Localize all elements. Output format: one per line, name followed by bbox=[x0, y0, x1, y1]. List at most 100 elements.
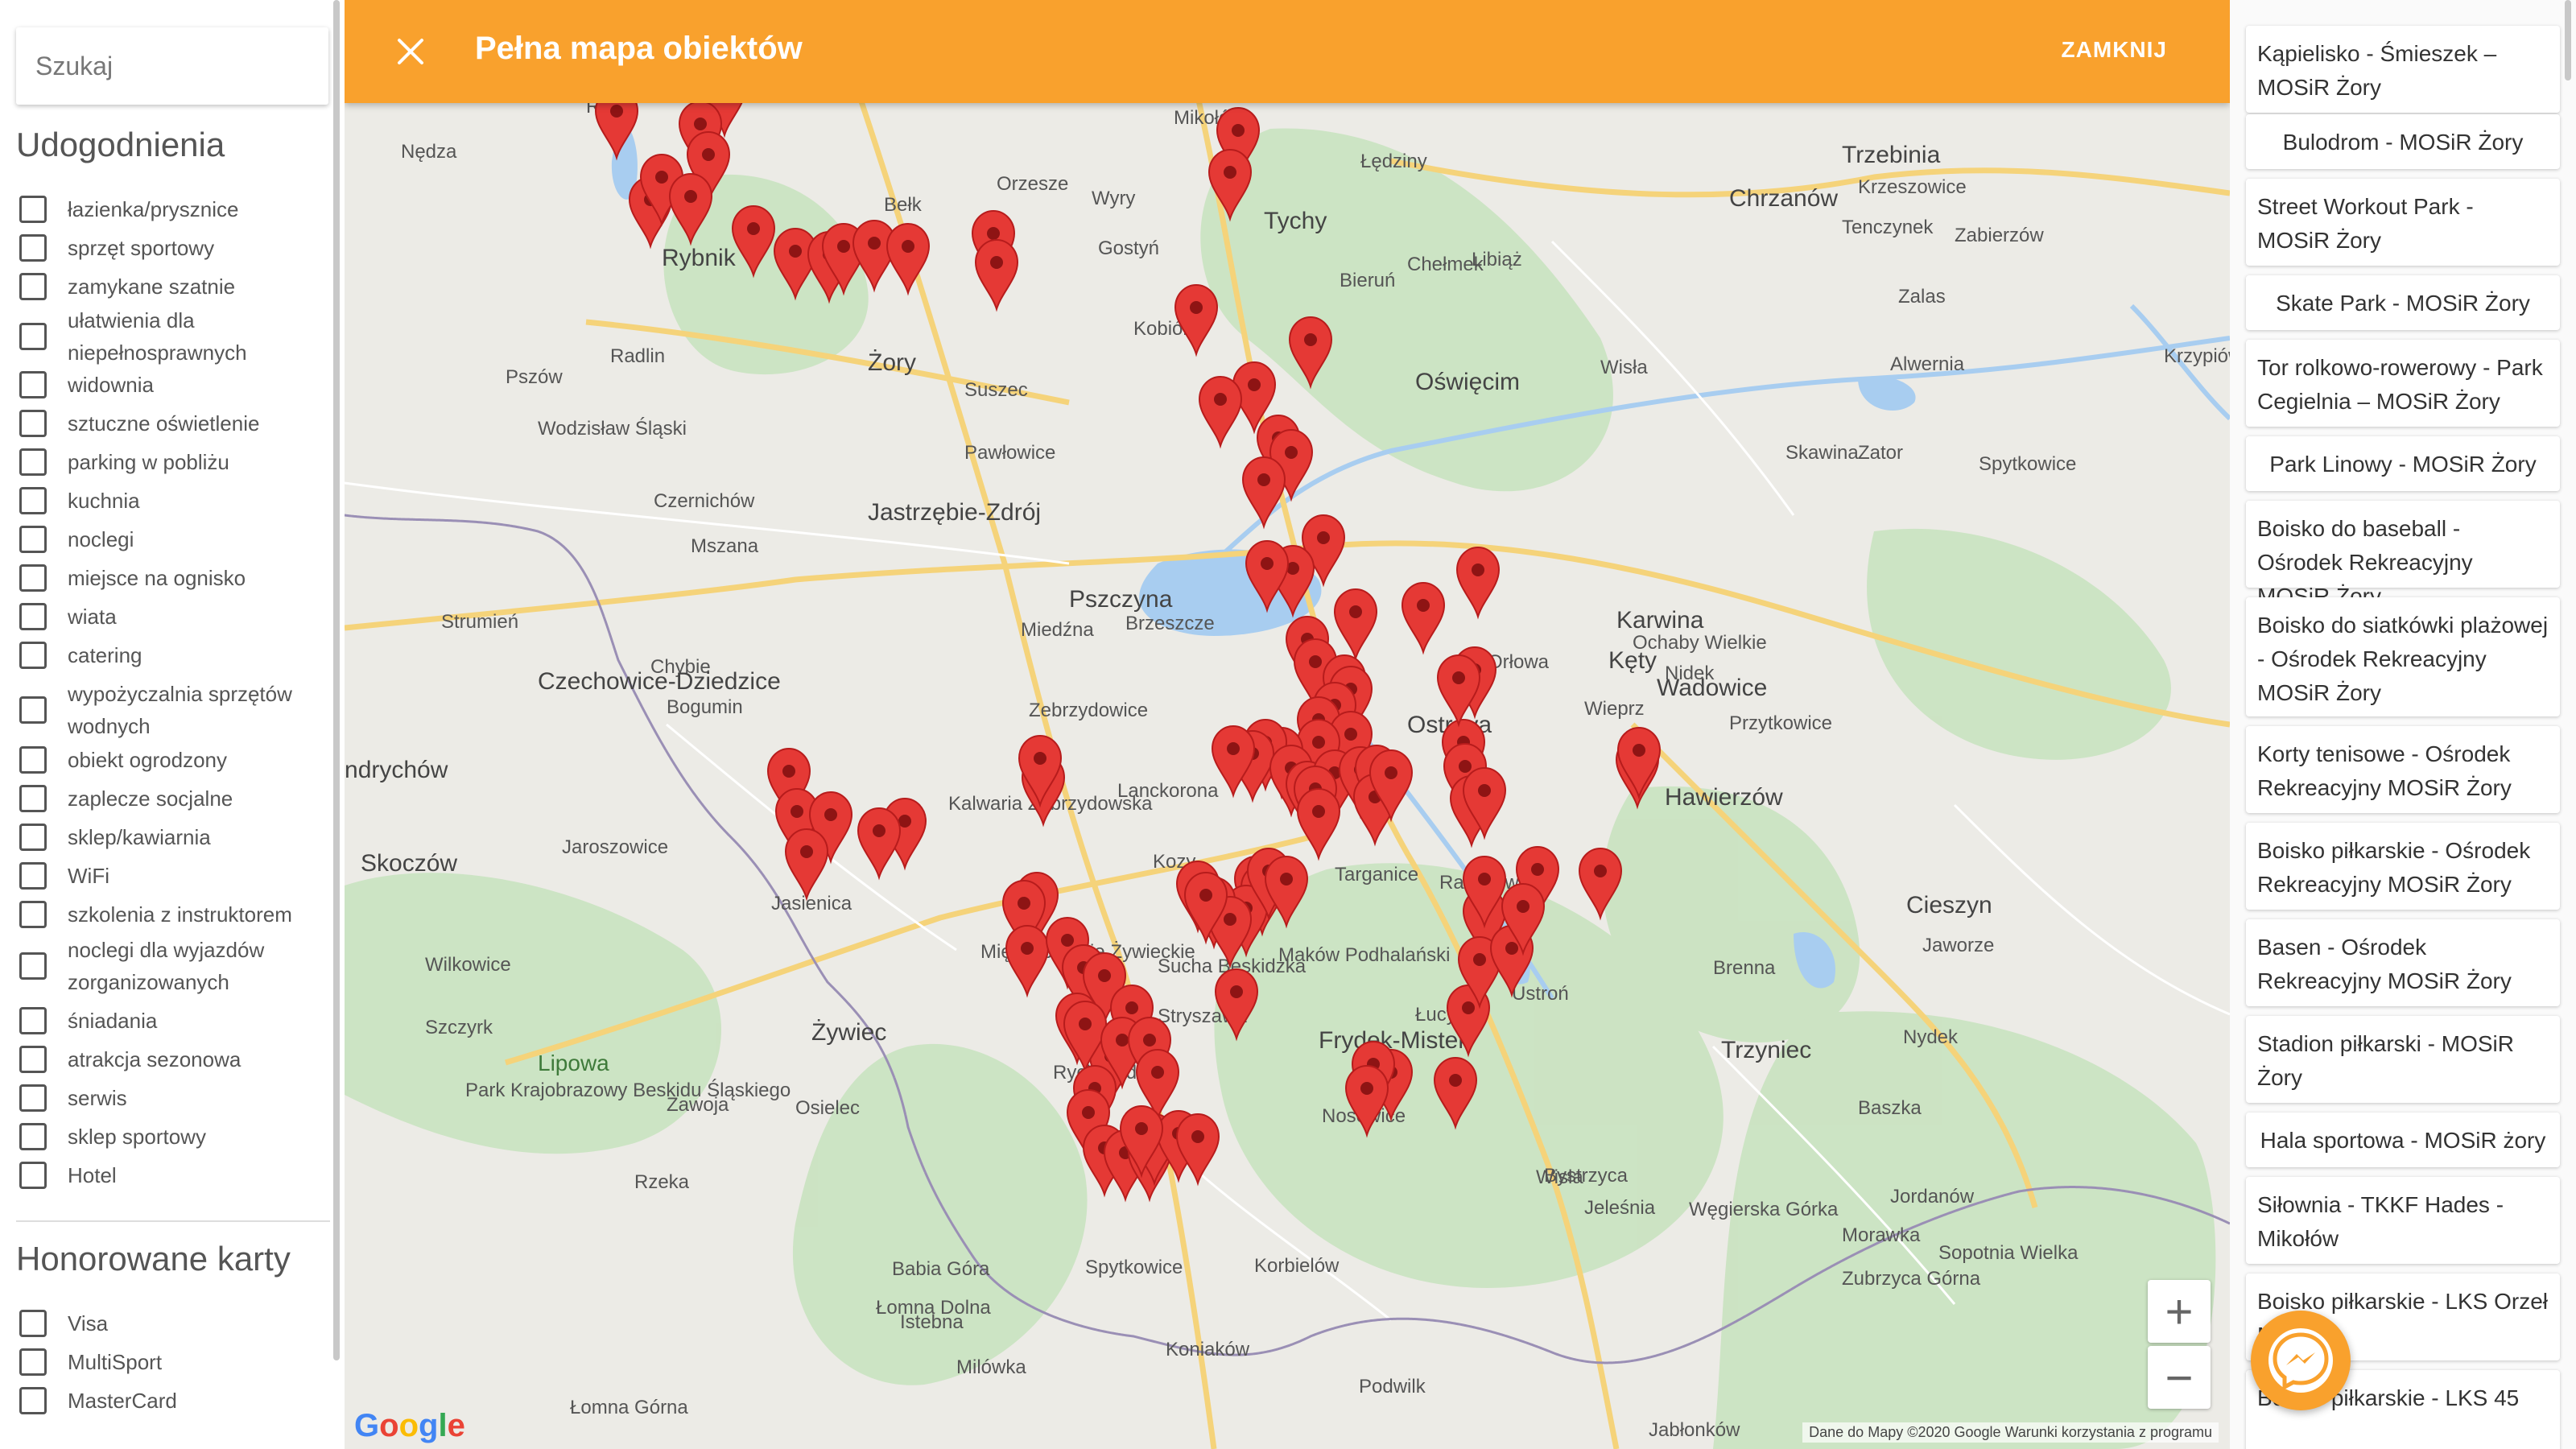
search-input[interactable] bbox=[16, 27, 328, 105]
amenity-option[interactable]: WiFi bbox=[19, 860, 317, 892]
checkbox[interactable] bbox=[19, 901, 47, 928]
checkbox[interactable] bbox=[19, 1387, 47, 1414]
facility-card[interactable]: Basen - Ośrodek Rekreacyjny MOSiR Żory bbox=[2246, 919, 2560, 1006]
facility-card[interactable]: Boisko piłkarskie - Ośrodek Rekreacyjny … bbox=[2246, 823, 2560, 910]
facility-card[interactable]: Hala sportowa - MOSiR żory bbox=[2246, 1113, 2560, 1167]
sidebar-scrollbar[interactable] bbox=[333, 0, 340, 1360]
checkbox[interactable] bbox=[19, 1046, 47, 1073]
amenity-option[interactable]: ułatwienia dla niepełnosprawnych bbox=[19, 304, 317, 369]
close-icon[interactable] bbox=[386, 27, 435, 76]
map[interactable]: RudyNędzaOrzeszeWyryMikołówTychyŁędzinyB… bbox=[345, 0, 2230, 1449]
zoom-out-button[interactable]: − bbox=[2148, 1346, 2211, 1409]
amenity-option[interactable]: catering bbox=[19, 639, 317, 671]
checkbox[interactable] bbox=[19, 487, 47, 514]
divider bbox=[16, 1220, 330, 1222]
amenity-option[interactable]: zamykane szatnie bbox=[19, 270, 317, 303]
facility-card[interactable]: Boisko do siatkówki plażowej - Ośrodek R… bbox=[2246, 597, 2560, 716]
checkbox[interactable] bbox=[19, 1348, 47, 1376]
map-attribution[interactable]: Dane do Mapy ©2020 Google Warunki korzys… bbox=[1802, 1422, 2219, 1443]
map-place-label: Brenna bbox=[1713, 957, 1776, 979]
close-button[interactable]: ZAMKNIJ bbox=[2062, 37, 2167, 63]
checkbox[interactable] bbox=[19, 785, 47, 812]
checkbox[interactable] bbox=[19, 746, 47, 774]
map-marker-dot bbox=[1257, 473, 1270, 486]
checkbox[interactable] bbox=[19, 1084, 47, 1112]
checkbox[interactable] bbox=[19, 410, 47, 437]
checkbox[interactable] bbox=[19, 603, 47, 630]
amenity-option[interactable]: śniadania bbox=[19, 1005, 317, 1037]
checkbox[interactable] bbox=[19, 564, 47, 592]
facility-card[interactable]: Tor rolkowo-rowerowy - Park Cegielnia – … bbox=[2246, 340, 2560, 427]
messenger-chat-button[interactable] bbox=[2251, 1311, 2351, 1410]
checkbox[interactable] bbox=[19, 371, 47, 398]
checkbox[interactable] bbox=[19, 1007, 47, 1034]
facility-card[interactable]: Park Linowy - MOSiR Żory bbox=[2246, 436, 2560, 491]
map-place-label: Wieprz bbox=[1584, 698, 1645, 720]
amenity-option[interactable]: kuchnia bbox=[19, 485, 317, 517]
checkbox[interactable] bbox=[19, 642, 47, 669]
map-marker-dot bbox=[1061, 934, 1074, 947]
checkbox[interactable] bbox=[19, 1310, 47, 1337]
checkbox[interactable] bbox=[19, 448, 47, 476]
amenity-option[interactable]: szkolenia z instruktorem bbox=[19, 898, 317, 931]
amenity-option[interactable]: widownia bbox=[19, 369, 317, 401]
checkbox[interactable] bbox=[19, 1123, 47, 1150]
google-logo: Google bbox=[354, 1408, 465, 1443]
map-marker-dot bbox=[1082, 1106, 1095, 1119]
facility-card[interactable]: Kąpielisko - Śmieszek – MOSiR Żory bbox=[2246, 26, 2560, 113]
amenity-label: WiFi bbox=[68, 864, 109, 888]
map-marker-dot bbox=[1505, 942, 1518, 955]
list-scrollbar[interactable] bbox=[2565, 0, 2571, 80]
map-place-label: Koniaków bbox=[1166, 1339, 1250, 1360]
amenity-option[interactable]: sklep/kawiarnia bbox=[19, 821, 317, 853]
facility-card[interactable]: Bulodrom - MOSiR Żory bbox=[2246, 114, 2560, 169]
amenity-option[interactable]: noclegi bbox=[19, 523, 317, 555]
card-option[interactable]: Visa bbox=[19, 1307, 317, 1340]
facility-card[interactable]: Street Workout Park - MOSiR Żory bbox=[2246, 179, 2560, 266]
messenger-icon bbox=[2268, 1328, 2333, 1393]
checkbox[interactable] bbox=[19, 196, 47, 223]
amenity-option[interactable]: łazienka/prysznice bbox=[19, 193, 317, 225]
checkbox[interactable] bbox=[19, 696, 47, 724]
facility-card[interactable]: Korty tenisowe - Ośrodek Rekreacyjny MOS… bbox=[2246, 726, 2560, 813]
amenity-option[interactable]: wiata bbox=[19, 601, 317, 633]
facility-card[interactable]: Skate Park - MOSiR Żory bbox=[2246, 275, 2560, 330]
amenity-option[interactable]: atrakcja sezonowa bbox=[19, 1043, 317, 1075]
map-place-label: Wilkowice bbox=[425, 954, 511, 976]
amenity-option[interactable]: serwis bbox=[19, 1082, 317, 1114]
map-marker-dot bbox=[1473, 953, 1486, 966]
map-place-label: Cieszyn bbox=[1906, 892, 1992, 919]
amenity-option[interactable]: parking w pobliżu bbox=[19, 446, 317, 478]
card-option[interactable]: MasterCard bbox=[19, 1385, 317, 1417]
amenity-option[interactable]: zaplecze socjalne bbox=[19, 782, 317, 815]
amenity-option[interactable]: Hotel bbox=[19, 1159, 317, 1191]
facility-card[interactable]: Boisko do baseball - Ośrodek Rekreacyjny… bbox=[2246, 501, 2560, 609]
amenity-option[interactable]: wypożyczalnia sprzętów wodnych bbox=[19, 678, 317, 742]
map-place-label: Rybnik bbox=[662, 245, 737, 271]
map-marker-dot bbox=[655, 171, 668, 184]
map-place-label: Jabłonków bbox=[1649, 1419, 1740, 1441]
checkbox[interactable] bbox=[19, 1162, 47, 1189]
zoom-in-button[interactable]: + bbox=[2148, 1280, 2211, 1343]
checkbox[interactable] bbox=[19, 273, 47, 300]
map-marker-dot bbox=[1312, 736, 1325, 749]
facility-card[interactable]: Stadion piłkarski - MOSiR Żory bbox=[2246, 1016, 2560, 1103]
checkbox[interactable] bbox=[19, 323, 47, 350]
facility-card[interactable]: Siłownia - TKKF Hades - Mikołów bbox=[2246, 1177, 2560, 1264]
card-option[interactable]: MultiSport bbox=[19, 1346, 317, 1378]
amenity-label: catering bbox=[68, 643, 142, 667]
map-marker-dot bbox=[1594, 865, 1607, 877]
checkbox[interactable] bbox=[19, 526, 47, 553]
checkbox[interactable] bbox=[19, 234, 47, 262]
amenity-option[interactable]: miejsce na ognisko bbox=[19, 562, 317, 594]
amenity-option[interactable]: sklep sportowy bbox=[19, 1121, 317, 1153]
amenity-option[interactable]: sprzęt sportowy bbox=[19, 232, 317, 264]
map-marker-dot bbox=[1344, 728, 1357, 741]
amenity-option[interactable]: sztuczne oświetlenie bbox=[19, 407, 317, 440]
checkbox[interactable] bbox=[19, 952, 47, 980]
checkbox[interactable] bbox=[19, 862, 47, 890]
map-place-label: Tychy bbox=[1264, 208, 1327, 234]
amenity-option[interactable]: noclegi dla wyjazdów zorganizowanych bbox=[19, 934, 317, 998]
amenity-option[interactable]: obiekt ogrodzony bbox=[19, 744, 317, 776]
checkbox[interactable] bbox=[19, 824, 47, 851]
